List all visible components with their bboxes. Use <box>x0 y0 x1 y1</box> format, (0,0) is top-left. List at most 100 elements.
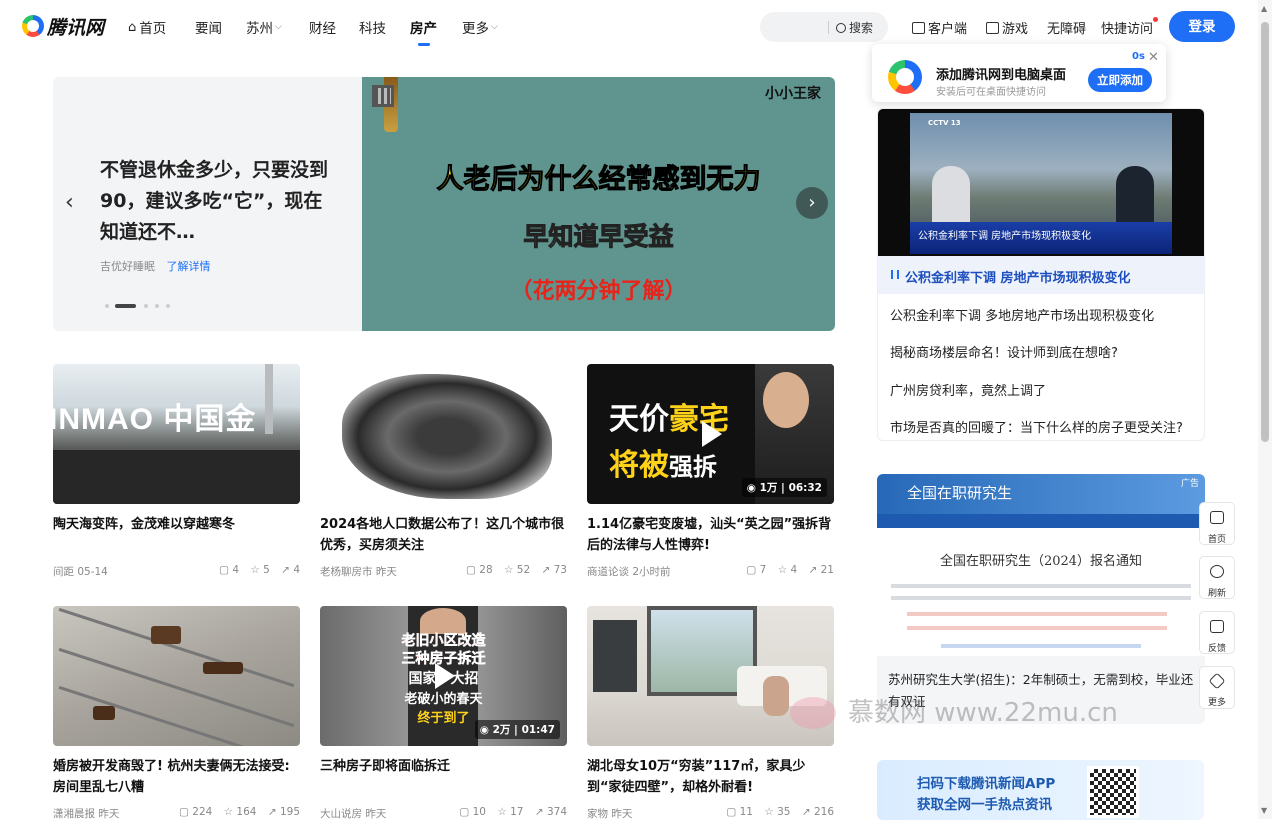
play-icon[interactable] <box>701 421 722 447</box>
carousel-dot-active[interactable] <box>115 304 136 308</box>
carousel-image-note: （花两分钟了解） <box>510 278 687 304</box>
nav-suzhou[interactable]: 苏州 ⌵ <box>246 17 282 37</box>
ad-banner[interactable]: 全国在职研究生 广告 全国在职研究生（2024）报名通知 <box>877 474 1205 656</box>
tool-home-button[interactable]: 首页 <box>1199 502 1235 545</box>
share-icon[interactable]: ↗ 4 <box>281 564 300 576</box>
tool-label: 首页 <box>1207 535 1226 545</box>
carousel-dot[interactable] <box>144 304 148 308</box>
hero-carousel[interactable]: ‹ 不管退休金多少，只要没到90，建议多吃“它”，现在知道还不… 吉优好睡眠 了… <box>53 77 835 331</box>
like-icon[interactable]: ☆ 164 <box>224 806 257 818</box>
comment-icon[interactable]: ▢ 224 <box>179 806 212 818</box>
comment-icon[interactable]: ▢ 28 <box>466 564 493 576</box>
topic-item[interactable]: 广州房贷利率，竟然上调了 <box>890 380 1046 399</box>
ad-text-line <box>891 596 1191 600</box>
login-button[interactable]: 登录 <box>1169 11 1235 42</box>
news-card[interactable]: INMAO 中国金 陶天海变阵，金茂难以穿越寒冬 间距 05-14 ▢ 4 ☆ … <box>53 364 300 580</box>
thumbnail-text-line4: 老破小的春天 <box>404 692 483 707</box>
carousel-dot[interactable] <box>155 304 159 308</box>
nav-tech[interactable]: 科技 <box>359 17 386 37</box>
app-banner-line2: 获取全网一手热点资讯 <box>917 797 1052 813</box>
comment-icon[interactable]: ▢ 4 <box>219 564 239 576</box>
tool-refresh-button[interactable]: 刷新 <box>1199 556 1235 599</box>
share-icon[interactable]: ↗ 195 <box>268 806 300 818</box>
news-title[interactable]: 1.14亿豪宅变废墟，汕头“英之园”强拆背后的法律与人性博弈! <box>587 514 834 556</box>
play-icon[interactable] <box>434 663 455 689</box>
news-title[interactable]: 婚房被开发商毁了! 杭州夫妻俩无法接受:房间里乱七八糟 <box>53 756 300 798</box>
news-title[interactable]: 湖北母女10万“穷装”117㎡，家具少到“家徒四壁”，却格外耐看! <box>587 756 834 798</box>
news-title[interactable]: 三种房子即将面临拆迁 <box>320 756 567 798</box>
search-input[interactable]: 搜索 <box>760 12 888 42</box>
tool-feedback-button[interactable]: 反馈 <box>1199 611 1235 654</box>
video-badge: ◉ 2万 | 01:47 <box>474 720 560 739</box>
carousel-more-link[interactable]: 了解详情 <box>167 260 211 273</box>
tool-more-button[interactable]: 更多 <box>1199 666 1235 709</box>
like-icon[interactable]: ☆ 4 <box>778 564 797 576</box>
comment-icon[interactable]: ▢ 7 <box>746 564 766 576</box>
thumbnail-text-yellow: 将被 <box>609 448 669 483</box>
news-video-thumbnail[interactable]: 老旧小区改造 三种房子拆迁 国家一大招 老破小的春天 终于到了 ◉ 2万 | 0… <box>320 606 567 746</box>
news-video-thumbnail[interactable]: 天价豪宅 将被强拆 ◉ 1万 | 06:32 <box>587 364 834 504</box>
quick-access-link[interactable]: 快捷访问 <box>1101 18 1153 37</box>
news-card[interactable]: 2024各地人口数据公布了！这几个城市很优秀，买房须关注 老杨聊房市 昨天 ▢ … <box>320 364 567 580</box>
carousel-title[interactable]: 不管退休金多少，只要没到90，建议多吃“它”，现在知道还不… <box>100 155 332 248</box>
news-meta: 潇湘晨报 昨天 ▢ 224 ☆ 164 ↗ 195 <box>53 806 300 822</box>
comment-icon[interactable]: ▢ 11 <box>726 806 753 818</box>
add-now-button[interactable]: 立即添加 <box>1088 68 1152 92</box>
news-card[interactable]: 天价豪宅 将被强拆 ◉ 1万 | 06:32 1.14亿豪宅变废墟，汕头“英之园… <box>587 364 834 580</box>
close-icon[interactable]: ✕ <box>1148 50 1159 65</box>
ad-text-line <box>907 626 1167 630</box>
topic-item[interactable]: 揭秘商场楼层命名！设计师到底在想啥? <box>890 342 1118 361</box>
nav-home[interactable]: ⌂ 首页 <box>128 17 167 38</box>
share-icon[interactable]: ↗ 374 <box>535 806 567 818</box>
nav-headlines[interactable]: 要闻 <box>195 17 222 37</box>
carousel-dot[interactable] <box>166 304 170 308</box>
topic-item[interactable]: 公积金利率下调 多地房地产市场出现积极变化 <box>890 305 1154 324</box>
like-icon[interactable]: ☆ 17 <box>497 806 523 818</box>
topic-item[interactable]: 市场是否真的回暖了：当下什么样的房子更受关注? <box>890 417 1183 436</box>
tool-label: 反馈 <box>1207 644 1226 654</box>
comment-icon[interactable]: ▢ 10 <box>459 806 486 818</box>
like-icon[interactable]: ☆ 5 <box>250 564 269 576</box>
nav-finance[interactable]: 财经 <box>309 17 336 37</box>
tencent-logo[interactable]: 腾讯网 <box>22 12 104 40</box>
news-thumbnail[interactable]: INMAO 中国金 <box>53 364 300 504</box>
nav-realestate[interactable]: 房产 <box>410 17 437 46</box>
topic-video[interactable]: CCTV 13 公积金利率下调 房地产市场现积极变化 <box>878 109 1204 256</box>
tool-label: 刷新 <box>1207 589 1226 599</box>
scrollbar-thumb[interactable] <box>1261 22 1269 442</box>
app-download-banner[interactable]: 扫码下载腾讯新闻APP 获取全网一手热点资讯 <box>877 760 1204 820</box>
like-icon[interactable]: ☆ 35 <box>764 806 790 818</box>
carousel-prev-icon[interactable]: ‹ <box>65 190 74 215</box>
ad-banner-header: 全国在职研究生 <box>877 474 1205 514</box>
share-icon[interactable]: ↗ 21 <box>808 564 834 576</box>
video-duration: 06:32 <box>788 482 822 494</box>
news-stats: ▢ 11 ☆ 35 ↗ 216 <box>718 806 834 818</box>
like-icon[interactable]: ☆ 52 <box>504 564 530 576</box>
share-icon[interactable]: ↗ 73 <box>541 564 567 576</box>
news-card[interactable]: 婚房被开发商毁了! 杭州夫妻俩无法接受:房间里乱七八糟 潇湘晨报 昨天 ▢ 22… <box>53 606 300 822</box>
client-link[interactable]: 客户端 <box>912 18 967 37</box>
thumbnail-text-line1: 老旧小区改造 <box>401 633 486 650</box>
ad-notice-title: 全国在职研究生（2024）报名通知 <box>939 554 1143 569</box>
nav-home-label: 首页 <box>139 21 167 37</box>
carousel-dot[interactable] <box>105 304 109 308</box>
news-card[interactable]: 老旧小区改造 三种房子拆迁 国家一大招 老破小的春天 终于到了 ◉ 2万 | 0… <box>320 606 567 822</box>
carousel-next-icon[interactable]: › <box>796 187 828 219</box>
scroll-down-icon[interactable]: ▼ <box>1261 806 1267 815</box>
tencent-logo-icon <box>888 60 922 94</box>
games-link[interactable]: 游戏 <box>986 18 1028 37</box>
topic-headline[interactable]: 公积金利率下调 房地产市场现积极变化 <box>878 256 1204 294</box>
news-title[interactable]: 2024各地人口数据公布了！这几个城市很优秀，买房须关注 <box>320 514 567 556</box>
news-title[interactable]: 陶天海变阵，金茂难以穿越寒冬 <box>53 514 300 556</box>
scroll-up-icon[interactable]: ▲ <box>1261 4 1267 13</box>
search-divider <box>828 21 829 34</box>
search-label: 搜索 <box>849 21 874 35</box>
search-button[interactable]: 搜索 <box>836 19 873 36</box>
carousel-image[interactable]: 小小王家 人老后为什么经常感到无力 早知道早受益 （花两分钟了解） › <box>362 77 835 331</box>
share-icon[interactable]: ↗ 216 <box>802 806 834 818</box>
nav-more[interactable]: 更多 ⌵ <box>462 17 498 37</box>
ad-card[interactable]: 全国在职研究生 广告 全国在职研究生（2024）报名通知 苏州研究生大学(招生)… <box>877 474 1205 724</box>
accessibility-link[interactable]: 无障碍 <box>1047 18 1086 37</box>
news-thumbnail[interactable] <box>53 606 300 746</box>
news-thumbnail[interactable] <box>320 364 567 504</box>
